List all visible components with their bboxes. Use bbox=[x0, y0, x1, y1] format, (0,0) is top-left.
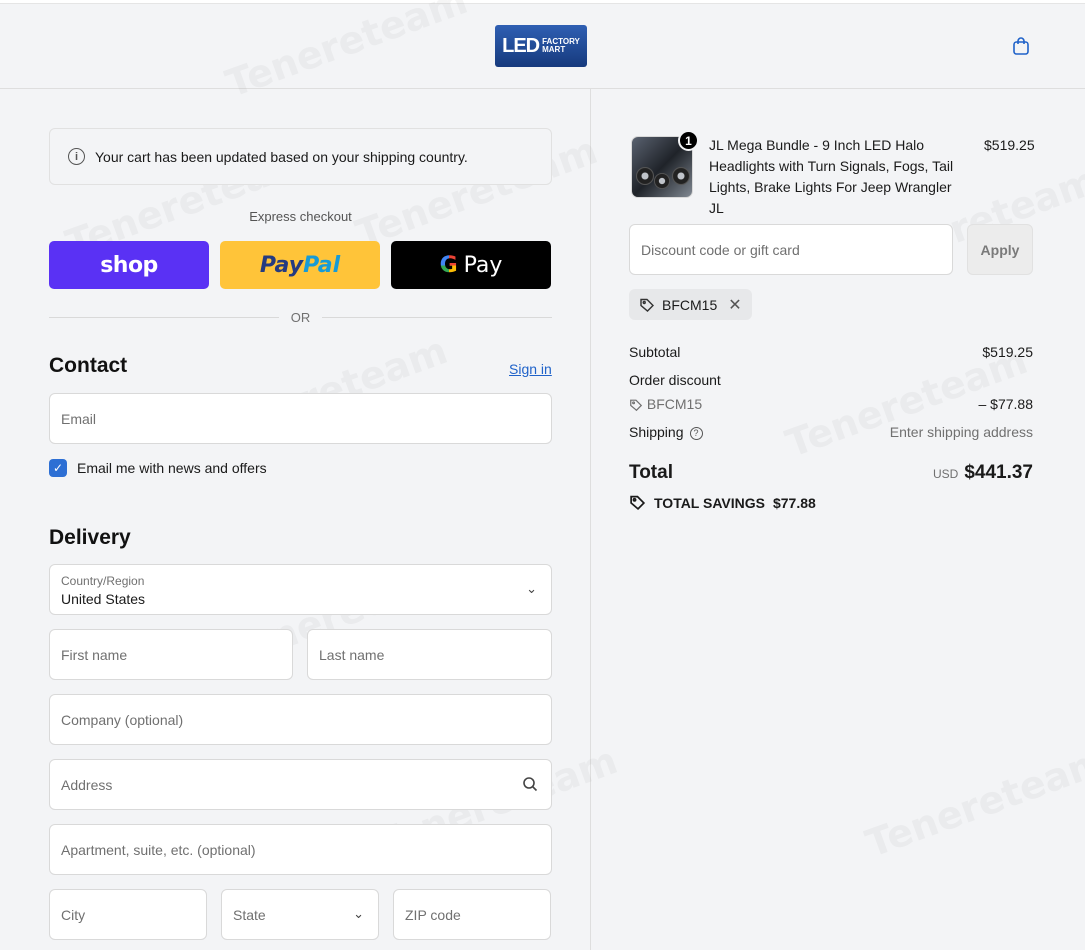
subtotal-row: Subtotal $519.25 bbox=[629, 344, 1033, 360]
address-placeholder: Address bbox=[61, 777, 113, 793]
paypal-button[interactable]: Pay Pal bbox=[220, 241, 380, 289]
notice-text: Your cart has been updated based on your… bbox=[95, 148, 468, 165]
company-field[interactable]: Company (optional) bbox=[49, 694, 552, 745]
address-field[interactable]: Address bbox=[49, 759, 552, 810]
tag-icon bbox=[640, 298, 654, 312]
total-label: Total bbox=[629, 462, 673, 483]
state-placeholder: State bbox=[233, 907, 266, 923]
apply-button[interactable]: Apply bbox=[967, 224, 1033, 275]
logo-text: LED bbox=[502, 34, 540, 57]
product-title: JL Mega Bundle - 9 Inch LED Halo Headlig… bbox=[709, 137, 954, 216]
top-border bbox=[0, 0, 1085, 4]
google-g-icon: G bbox=[439, 252, 458, 278]
or-label: OR bbox=[290, 309, 311, 325]
gpay-text: Pay bbox=[463, 252, 503, 278]
discount-placeholder: Discount code or gift card bbox=[641, 242, 800, 258]
order-discount-label: Order discount bbox=[629, 372, 721, 388]
total-row: Total USD $441.37 bbox=[629, 462, 1033, 484]
discount-code-row: BFCM15 – $77.88 bbox=[629, 396, 1033, 412]
shop-pay-button[interactable]: shop bbox=[49, 241, 209, 289]
shipping-value: Enter shipping address bbox=[889, 424, 1033, 440]
tag-icon bbox=[630, 399, 643, 412]
discount-code-input[interactable]: Discount code or gift card bbox=[629, 224, 953, 275]
currency-code: USD bbox=[932, 467, 959, 481]
store-logo[interactable]: LED FACTORY MART bbox=[495, 25, 587, 67]
close-icon[interactable]: ✕ bbox=[728, 295, 741, 315]
chevron-down-icon: ⌄ bbox=[526, 581, 537, 596]
state-select[interactable]: State ⌄ bbox=[221, 889, 379, 940]
first-name-field[interactable]: First name bbox=[49, 629, 293, 680]
tag-icon bbox=[630, 495, 646, 511]
shipping-label: Shipping bbox=[629, 424, 684, 440]
savings-label: TOTAL SAVINGS bbox=[654, 494, 765, 511]
country-label: Country/Region bbox=[61, 574, 145, 588]
headlight-image bbox=[654, 173, 670, 189]
divider-line bbox=[49, 316, 279, 318]
email-placeholder: Email bbox=[61, 411, 97, 427]
total-value: $441.37 bbox=[964, 462, 1033, 483]
or-divider: OR bbox=[49, 309, 552, 325]
subtotal-value: $519.25 bbox=[982, 344, 1033, 360]
zip-placeholder: ZIP code bbox=[405, 907, 461, 923]
shopping-bag-icon[interactable] bbox=[1011, 36, 1031, 56]
logo-subtext-2: MART bbox=[542, 45, 566, 54]
header: LED FACTORY MART bbox=[0, 0, 1085, 89]
paypal-text-1: Pay bbox=[259, 252, 304, 278]
last-name-placeholder: Last name bbox=[319, 647, 385, 663]
applied-discount-chip: BFCM15 ✕ bbox=[629, 289, 752, 320]
delivery-heading: Delivery bbox=[49, 526, 131, 549]
zip-field[interactable]: ZIP code bbox=[393, 889, 551, 940]
first-name-placeholder: First name bbox=[61, 647, 128, 663]
discount-value: – $77.88 bbox=[978, 396, 1034, 412]
email-field[interactable]: Email bbox=[49, 393, 552, 444]
info-icon: i bbox=[68, 148, 85, 165]
city-field[interactable]: City bbox=[49, 889, 207, 940]
last-name-field[interactable]: Last name bbox=[307, 629, 552, 680]
subtotal-label: Subtotal bbox=[629, 344, 681, 360]
apartment-field[interactable]: Apartment, suite, etc. (optional) bbox=[49, 824, 552, 875]
newsletter-checkbox[interactable]: ✓ bbox=[49, 459, 67, 477]
search-icon[interactable] bbox=[522, 776, 538, 792]
country-select[interactable]: Country/Region United States ⌄ bbox=[49, 564, 552, 615]
discount-code-label: BFCM15 bbox=[646, 396, 703, 412]
headlight-image bbox=[672, 167, 690, 185]
google-pay-button[interactable]: G Pay bbox=[391, 241, 551, 289]
express-checkout-label: Express checkout bbox=[249, 209, 352, 224]
help-icon[interactable]: ? bbox=[689, 426, 703, 440]
product-price: $519.25 bbox=[984, 137, 1035, 153]
sign-in-link[interactable]: Sign in bbox=[509, 361, 552, 377]
total-savings: TOTAL SAVINGS $77.88 bbox=[629, 494, 816, 511]
quantity-badge: 1 bbox=[678, 130, 699, 151]
cart-updated-notice: i Your cart has been updated based on yo… bbox=[49, 128, 552, 185]
shipping-row: Shipping? Enter shipping address bbox=[629, 424, 1033, 440]
order-discount-row: Order discount bbox=[629, 372, 1033, 388]
divider-line bbox=[322, 316, 552, 318]
city-placeholder: City bbox=[61, 907, 86, 923]
newsletter-label: Email me with news and offers bbox=[77, 460, 267, 476]
newsletter-option[interactable]: ✓ Email me with news and offers bbox=[49, 459, 267, 477]
savings-value: $77.88 bbox=[772, 494, 816, 511]
paypal-text-2: Pal bbox=[303, 252, 341, 278]
headlight-image bbox=[636, 167, 654, 185]
applied-code: BFCM15 bbox=[662, 296, 718, 313]
contact-heading: Contact bbox=[49, 354, 128, 377]
company-placeholder: Company (optional) bbox=[61, 712, 184, 728]
apartment-placeholder: Apartment, suite, etc. (optional) bbox=[61, 842, 256, 858]
country-value: United States bbox=[61, 591, 146, 607]
chevron-down-icon: ⌄ bbox=[353, 906, 364, 921]
